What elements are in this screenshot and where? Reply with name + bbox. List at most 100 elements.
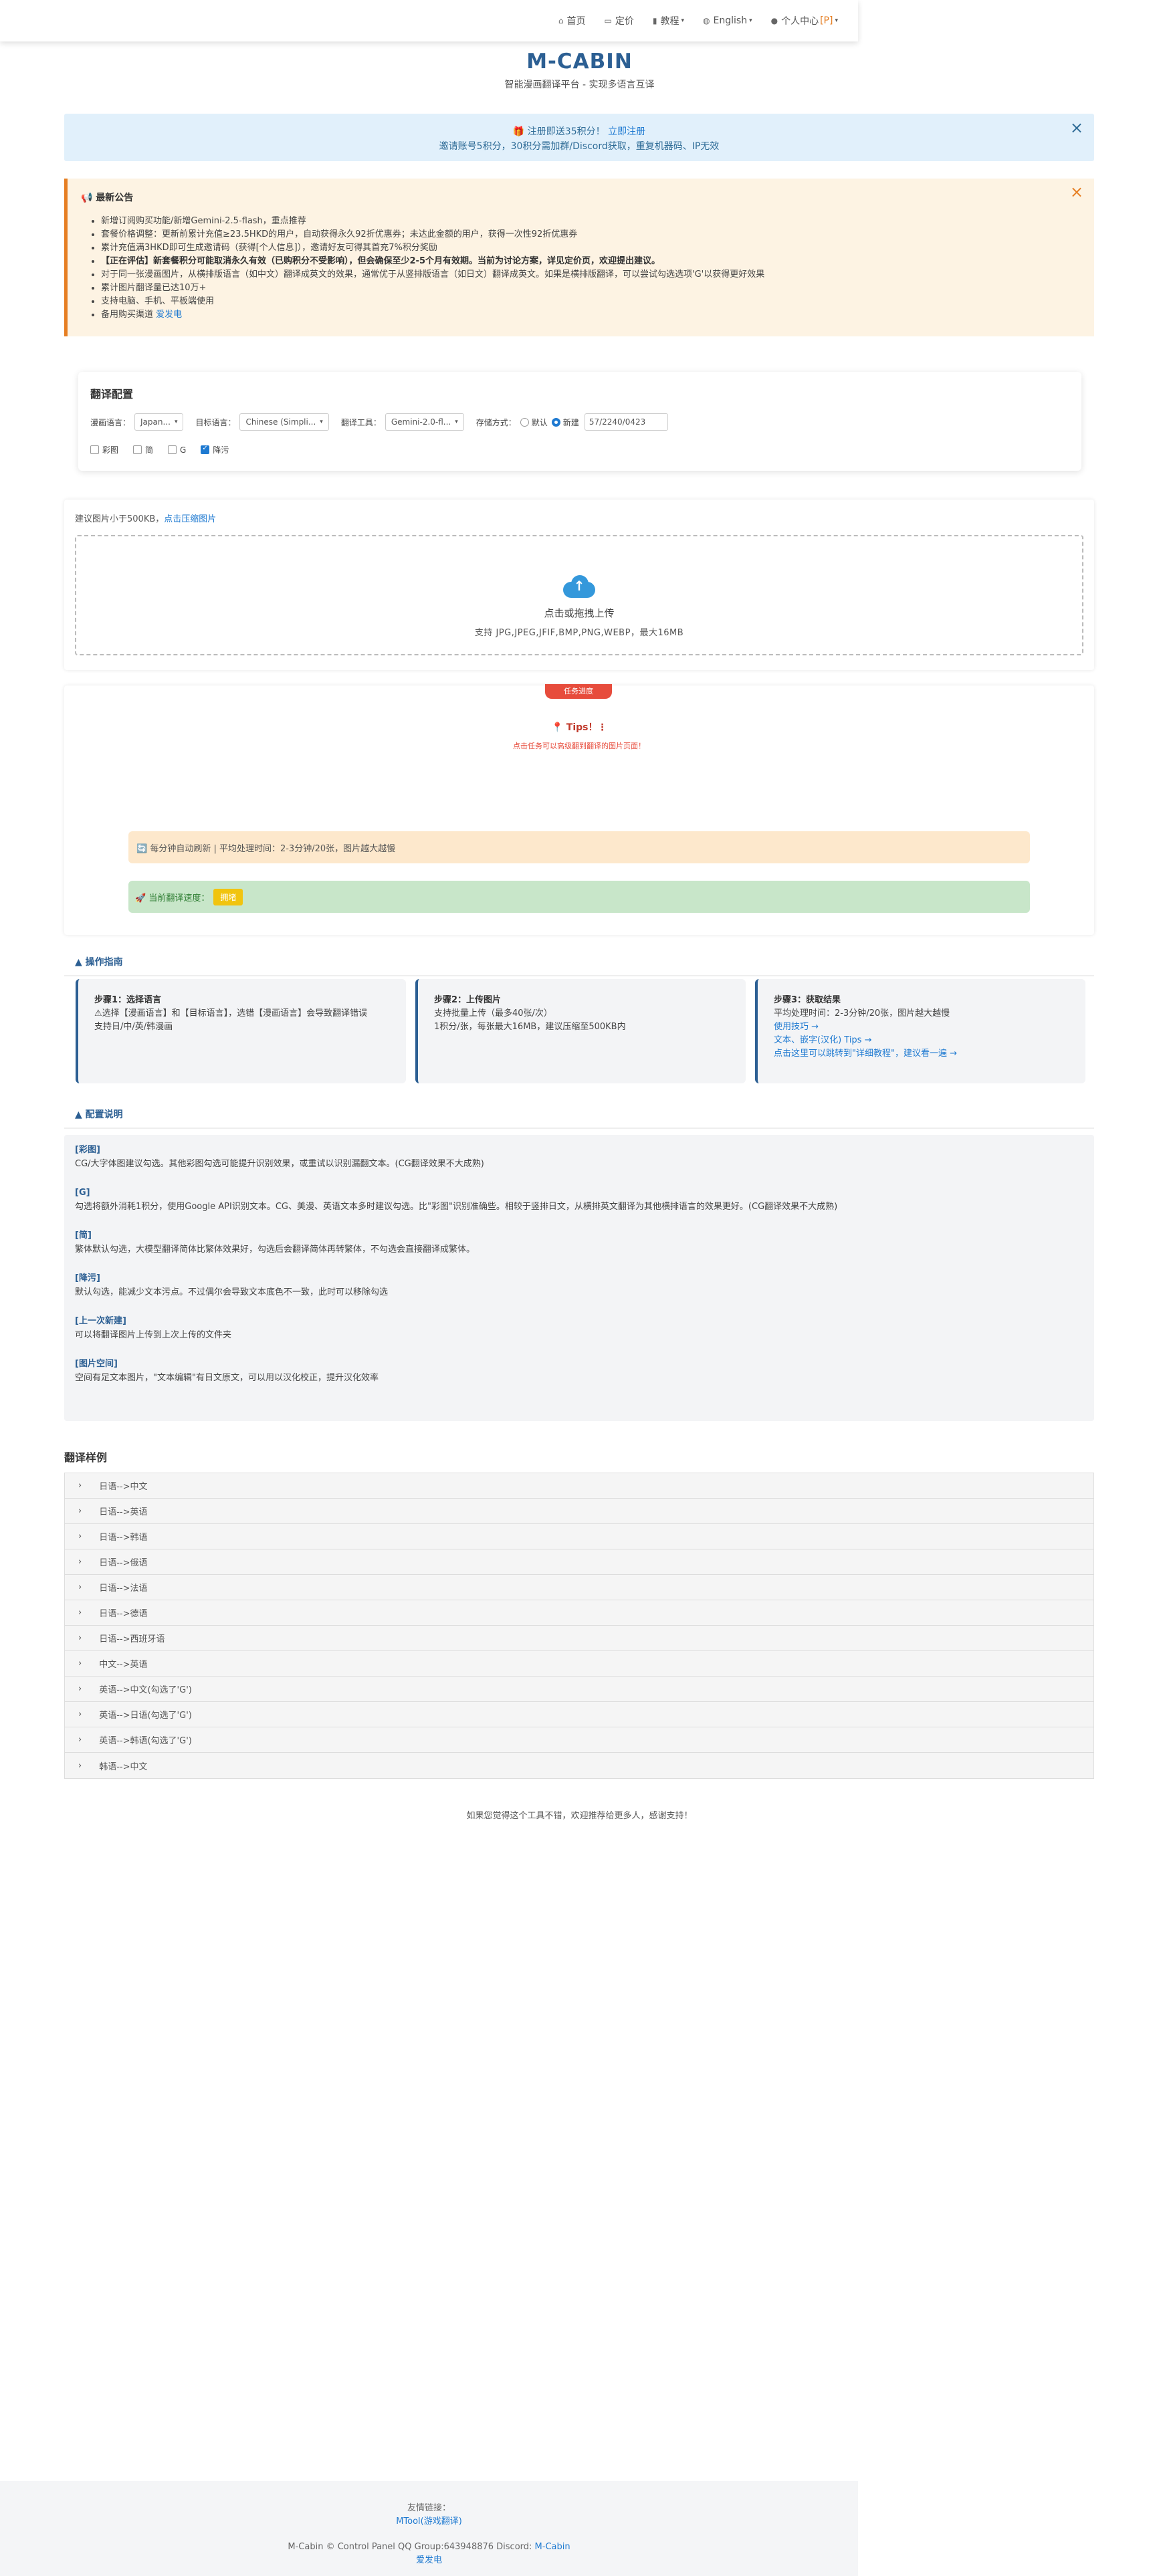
book-icon: ▮ (652, 16, 657, 25)
guide-step-1: 步骤1：选择语言 ⚠选择【漫画语言】和【目标语言】，选错【漫画语言】会导致翻译错… (76, 979, 406, 1083)
register-banner: 🎁 注册即送35积分！ 立即注册 邀请账号5积分，30积分需加群/Discord… (64, 114, 1094, 161)
chevron-right-icon: › (78, 1582, 82, 1592)
source-language-label: 漫画语言： (90, 417, 131, 427)
chevron-right-icon: › (78, 1760, 82, 1771)
speed-status-badge: 拥堵 (213, 888, 243, 905)
brand-subtitle: 智能漫画翻译平台 - 实现多语言互译 (504, 80, 655, 90)
nav-user-center[interactable]: ● 个人中心 [P] ▾ (771, 14, 838, 27)
dropzone-title: 点击或拖拽上传 (544, 607, 615, 619)
example-row[interactable]: › 日语-->德语 (65, 1600, 1093, 1626)
example-row[interactable]: › 日语-->俄语 (65, 1549, 1093, 1575)
chevron-right-icon: › (78, 1735, 82, 1745)
discord-link[interactable]: M-Cabin (535, 2542, 570, 2552)
color-checkbox (90, 445, 99, 454)
config-help-title[interactable]: ▲ 配置说明 (64, 1101, 1094, 1129)
close-icon[interactable]: × (1070, 120, 1083, 136)
example-row[interactable]: › 英语-->韩语(勾选了'G') (65, 1727, 1093, 1753)
chevron-right-icon: › (78, 1481, 82, 1491)
announcement-title: 📢 最新公告 (81, 193, 134, 203)
announcement-item: 累计图片翻译量已达10万+ (101, 282, 1081, 295)
announcement-item: 支持电脑、手机、平板端使用 (101, 295, 1081, 308)
upload-panel: 建议图片小于500KB，点击压缩图片 ↑ 点击或拖拽上传 支持 JPG,JPEG… (64, 500, 1094, 670)
chevron-right-icon: › (78, 1658, 82, 1669)
cloud-upload-icon: ↑ (563, 575, 595, 598)
user-icon: ● (770, 16, 778, 25)
config-help-item: [简] 繁体默认勾选，大模型翻译简体比繁体效果好，勾选后会翻译简体再转繁体，不勾选… (75, 1230, 476, 1255)
chevron-down-icon: ▾ (174, 419, 178, 425)
config-help-item: [降污] 默认勾选，能减少文本污点。不过偶尔会导致文本底色不一致，此时可以移除勾选 (75, 1273, 389, 1297)
price-tag-icon: ▭ (604, 16, 612, 25)
announcement-panel: × 📢 最新公告 新增订阅购买功能/新增Gemini-2.5-flash，重点推… (64, 179, 1094, 336)
chevron-right-icon: › (78, 1709, 82, 1719)
tips-subtitle: 点击任务可以高级翻到翻译的图片页面！ (513, 742, 645, 750)
text-tips-link[interactable]: 文本、嵌字(汉化) Tips → (774, 1034, 1069, 1047)
guide-step-3: 步骤3：获取结果 平均处理时间：2-3分钟/20张，图片越大越慢 使用技巧 → … (755, 979, 1085, 1083)
task-progress-tag: 任务进度 (545, 684, 612, 699)
dropzone-formats: 支持 JPG,JPEG,JFIF,BMP,PNG,WEBP，最大16MB (474, 628, 684, 638)
option-color[interactable]: 彩图 (90, 444, 118, 455)
chevron-down-icon: ▾ (681, 17, 685, 24)
example-row[interactable]: › 日语-->韩语 (65, 1524, 1093, 1549)
example-row[interactable]: › 日语-->英语 (65, 1499, 1093, 1524)
footer-afdian-link[interactable]: 爱发电 (416, 2555, 442, 2565)
friends-label: 友情链接： (407, 2503, 451, 2513)
globe-icon: ◍ (703, 16, 710, 25)
chevron-down-icon: ▾ (835, 17, 838, 24)
close-icon[interactable]: × (1070, 183, 1083, 201)
chevron-right-icon: › (78, 1633, 82, 1643)
brand-header: M-CABIN 智能漫画翻译平台 - 实现多语言互译 (0, 49, 1159, 91)
chevron-right-icon: › (78, 1557, 82, 1567)
example-row[interactable]: › 英语-->中文(勾选了'G') (65, 1677, 1093, 1702)
option-simplified[interactable]: 简 (133, 444, 153, 455)
example-row[interactable]: › 韩语-->中文 (65, 1753, 1093, 1778)
announcement-item: 备用购买渠道 爱发电 (101, 308, 1081, 322)
example-row[interactable]: › 日语-->法语 (65, 1575, 1093, 1600)
footer: 友情链接： MTool(游戏翻译) M-Cabin © Control Pane… (0, 2481, 858, 2576)
option-google[interactable]: G (168, 445, 186, 455)
option-denoise[interactable]: 降污 (201, 444, 229, 455)
tips-link[interactable]: 使用技巧 → (774, 1021, 1069, 1034)
examples-title: 翻译样例 (64, 1451, 108, 1464)
register-link[interactable]: 立即注册 (608, 126, 645, 137)
translation-tool-select[interactable]: Gemini-2.0-fl... ▾ (385, 413, 464, 431)
guide-section-title[interactable]: ▲ 操作指南 (64, 948, 1094, 976)
home-icon: ⌂ (558, 16, 564, 25)
chevron-right-icon: › (78, 1684, 82, 1694)
afdian-link[interactable]: 爱发电 (156, 310, 182, 320)
translation-speed-bar: 🚀 当前翻译速度： 拥堵 (128, 881, 1030, 913)
example-row[interactable]: › 英语-->日语(勾选了'G') (65, 1702, 1093, 1727)
chevron-down-icon: ▾ (749, 17, 752, 24)
task-progress-panel: 任务进度 📍 Tips！⋮ 点击任务可以高级翻到翻译的图片页面！ 🔄 每分钟自动… (64, 684, 1094, 935)
chevron-right-icon: › (78, 1608, 82, 1618)
upload-hint: 建议图片小于500KB，点击压缩图片 (75, 514, 217, 524)
example-row[interactable]: › 中文-->英语 (65, 1651, 1093, 1677)
target-language-select[interactable]: Chinese (Simpli... ▾ (239, 413, 329, 431)
tutorial-link[interactable]: 点击这里可以跳转到"详细教程"，建议看一遍 → (774, 1047, 1069, 1061)
nav-tutorial[interactable]: ▮ 教程 ▾ (653, 14, 684, 27)
denoise-checkbox (201, 445, 210, 454)
config-title: 翻译配置 (90, 388, 134, 401)
target-language-label: 目标语言： (195, 417, 236, 427)
auto-refresh-notice: 🔄 每分钟自动刷新 | 平均处理时间：2-3分钟/20张，图片越大越慢 (128, 831, 1030, 863)
storage-folder-input[interactable]: 57/2240/0423 (584, 413, 668, 431)
announcement-item: 对于同一张漫画图片，从横排版语言（如中文）翻译成英文的效果，通常优于从竖排版语言… (101, 268, 1081, 282)
google-checkbox (168, 445, 177, 454)
storage-label: 存储方式： (476, 417, 516, 427)
example-row[interactable]: › 日语-->中文 (65, 1473, 1093, 1499)
nav-language[interactable]: ◍ English ▾ (703, 15, 752, 26)
config-help-box: [彩图] CG/大字体图建议勾选。其他彩图勾选可能提升识别效果，或重试以识别漏翻文… (64, 1135, 1094, 1421)
source-language-select[interactable]: Japan... ▾ (134, 413, 184, 431)
nav-home[interactable]: ⌂ 首页 (558, 14, 586, 27)
mtool-link[interactable]: MTool(游戏翻译) (396, 2516, 462, 2527)
nav-pricing[interactable]: ▭ 定价 (605, 14, 634, 27)
storage-new-radio[interactable] (551, 417, 560, 427)
example-row[interactable]: › 日语-->西班牙语 (65, 1626, 1093, 1651)
announcement-item: 【正在评估】新套餐积分可能取消永久有效（已购积分不受影响），但会确保至少2-5个… (101, 255, 1081, 268)
translation-config-panel: 翻译配置 漫画语言： Japan... ▾ 目标语言： Chinese (Simp… (78, 372, 1081, 471)
brand-title: M-CABIN (526, 49, 633, 74)
storage-default-radio[interactable] (520, 417, 529, 427)
upload-dropzone[interactable]: ↑ 点击或拖拽上传 支持 JPG,JPEG,JFIF,BMP,PNG,WEBP，… (75, 535, 1083, 655)
compress-link[interactable]: 点击压缩图片 (164, 514, 216, 524)
announcement-item: 新增订阅购买功能/新增Gemini-2.5-flash，重点推荐 (101, 215, 1081, 228)
tips-title[interactable]: 📍 Tips！⋮ (64, 720, 1094, 734)
